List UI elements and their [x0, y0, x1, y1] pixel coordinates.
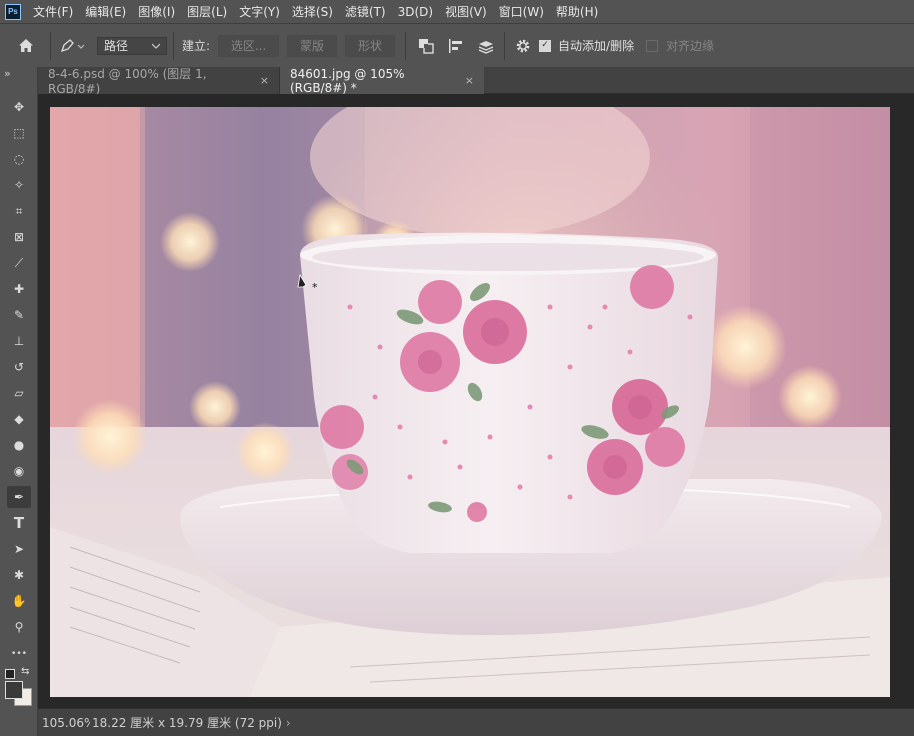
default-colors-icon[interactable]: [5, 669, 15, 679]
align-edges-checkbox[interactable]: [646, 39, 659, 52]
align-edges-label: 对齐边缘: [666, 39, 715, 53]
divider: [50, 31, 51, 60]
document-tabs: 8-4-6.psd @ 100% (图层 1, RGB/8#) × 84601.…: [38, 66, 914, 96]
divider: [504, 31, 506, 60]
swap-colors-icon[interactable]: ⇆: [21, 666, 29, 677]
menu-layer[interactable]: 图层(L): [187, 3, 227, 20]
path-arrangement-icon[interactable]: [476, 36, 496, 56]
canvas-area[interactable]: *: [38, 94, 914, 708]
move-icon[interactable]: ✥: [7, 96, 31, 118]
eraser-icon[interactable]: ▱: [7, 382, 31, 404]
frame-icon[interactable]: ⊠: [7, 226, 31, 248]
pen-tool-preset-icon[interactable]: [57, 36, 87, 56]
svg-text:*: *: [312, 281, 318, 294]
menu-select[interactable]: 选择(S): [292, 3, 333, 20]
blur-icon[interactable]: ●: [7, 434, 31, 456]
path-selection-icon[interactable]: ➤: [7, 538, 31, 560]
zoom-icon[interactable]: ⚲: [7, 616, 31, 638]
close-icon[interactable]: ×: [465, 74, 474, 87]
gear-icon[interactable]: [513, 36, 533, 56]
home-icon[interactable]: [16, 36, 36, 56]
pen-icon[interactable]: ✒: [7, 486, 31, 508]
tools-panel: » ✥ ⬚ ◌ ✧ ⌗ ⊠ ⟋ ✚ ✎ ⊥ ↺ ▱ ◆ ● ◉ ✒ T ➤ ✱ ✋ ⚲ ••• ⇆: [0, 67, 38, 736]
tab-label: 8-4-6.psd @ 100% (图层 1, RGB/8#): [48, 67, 207, 96]
document-dimensions: 18.22 厘米 x 19.79 厘米 (72 ppi): [92, 716, 282, 730]
zoom-level[interactable]: 105.06%: [42, 716, 90, 730]
tab-label: 84601.jpg @ 105%(RGB/8#) *: [290, 66, 405, 95]
marquee-icon[interactable]: ⬚: [7, 122, 31, 144]
photoshop-logo: Ps: [5, 3, 21, 20]
menu-image[interactable]: 图像(I): [138, 3, 175, 20]
menu-view[interactable]: 视图(V): [445, 3, 487, 20]
paint-bucket-icon[interactable]: ◆: [7, 408, 31, 430]
foreground-color-swatch[interactable]: [5, 681, 23, 699]
options-bar: 路径 建立: 选区... 蒙版 形状 ✓ 自动添加/删除 对齐边缘: [0, 23, 914, 67]
path-operations-icon[interactable]: [416, 36, 436, 56]
custom-shape-icon[interactable]: ✱: [7, 564, 31, 586]
make-label: 建立:: [182, 39, 211, 53]
menu-file[interactable]: 文件(F): [33, 3, 73, 20]
lasso-icon[interactable]: ◌: [7, 148, 31, 170]
collapse-toolbar-icon[interactable]: »: [4, 67, 11, 80]
make-selection-button[interactable]: 选区...: [218, 34, 280, 57]
tab-84601-jpg[interactable]: 84601.jpg @ 105%(RGB/8#) * ×: [280, 66, 484, 95]
make-mask-button[interactable]: 蒙版: [287, 34, 338, 57]
auto-add-delete-checkbox[interactable]: ✓: [539, 39, 552, 52]
color-swatches[interactable]: ⇆: [3, 666, 35, 706]
hand-icon[interactable]: ✋: [7, 590, 31, 612]
status-bar: 105.06% 18.22 厘米 x 19.79 厘米 (72 ppi) ›: [38, 708, 914, 736]
healing-brush-icon[interactable]: ✚: [7, 278, 31, 300]
eyedropper-icon[interactable]: ⟋: [7, 252, 31, 274]
tab-8-4-6-psd[interactable]: 8-4-6.psd @ 100% (图层 1, RGB/8#) ×: [38, 67, 280, 96]
more-tools-icon[interactable]: •••: [7, 643, 31, 665]
dodge-icon[interactable]: ◉: [7, 460, 31, 482]
pen-mode-value: 路径: [104, 39, 129, 53]
clone-stamp-icon[interactable]: ⊥: [7, 330, 31, 352]
magic-wand-icon[interactable]: ✧: [7, 174, 31, 196]
close-icon[interactable]: ×: [260, 74, 269, 87]
status-menu-arrow[interactable]: ›: [286, 716, 291, 730]
menu-window[interactable]: 窗口(W): [499, 3, 544, 20]
pen-mode-select[interactable]: 路径: [97, 36, 167, 55]
make-shape-button[interactable]: 形状: [345, 34, 396, 57]
document-image[interactable]: *: [50, 107, 890, 697]
divider: [173, 31, 174, 60]
chevron-down-icon: [152, 43, 160, 49]
menu-type[interactable]: 文字(Y): [239, 3, 280, 20]
auto-add-delete-label: 自动添加/删除: [558, 39, 635, 53]
menu-3d[interactable]: 3D(D): [398, 5, 433, 19]
menu-filter[interactable]: 滤镜(T): [345, 3, 386, 20]
menu-edit[interactable]: 编辑(E): [85, 3, 126, 20]
brush-icon[interactable]: ✎: [7, 304, 31, 326]
path-alignment-icon[interactable]: [446, 36, 466, 56]
divider: [405, 31, 407, 60]
menu-help[interactable]: 帮助(H): [556, 3, 598, 20]
menu-bar: Ps 文件(F) 编辑(E) 图像(I) 图层(L) 文字(Y) 选择(S) 滤…: [0, 0, 914, 23]
history-brush-icon[interactable]: ↺: [7, 356, 31, 378]
type-icon[interactable]: T: [7, 512, 31, 534]
crop-icon[interactable]: ⌗: [7, 200, 31, 222]
